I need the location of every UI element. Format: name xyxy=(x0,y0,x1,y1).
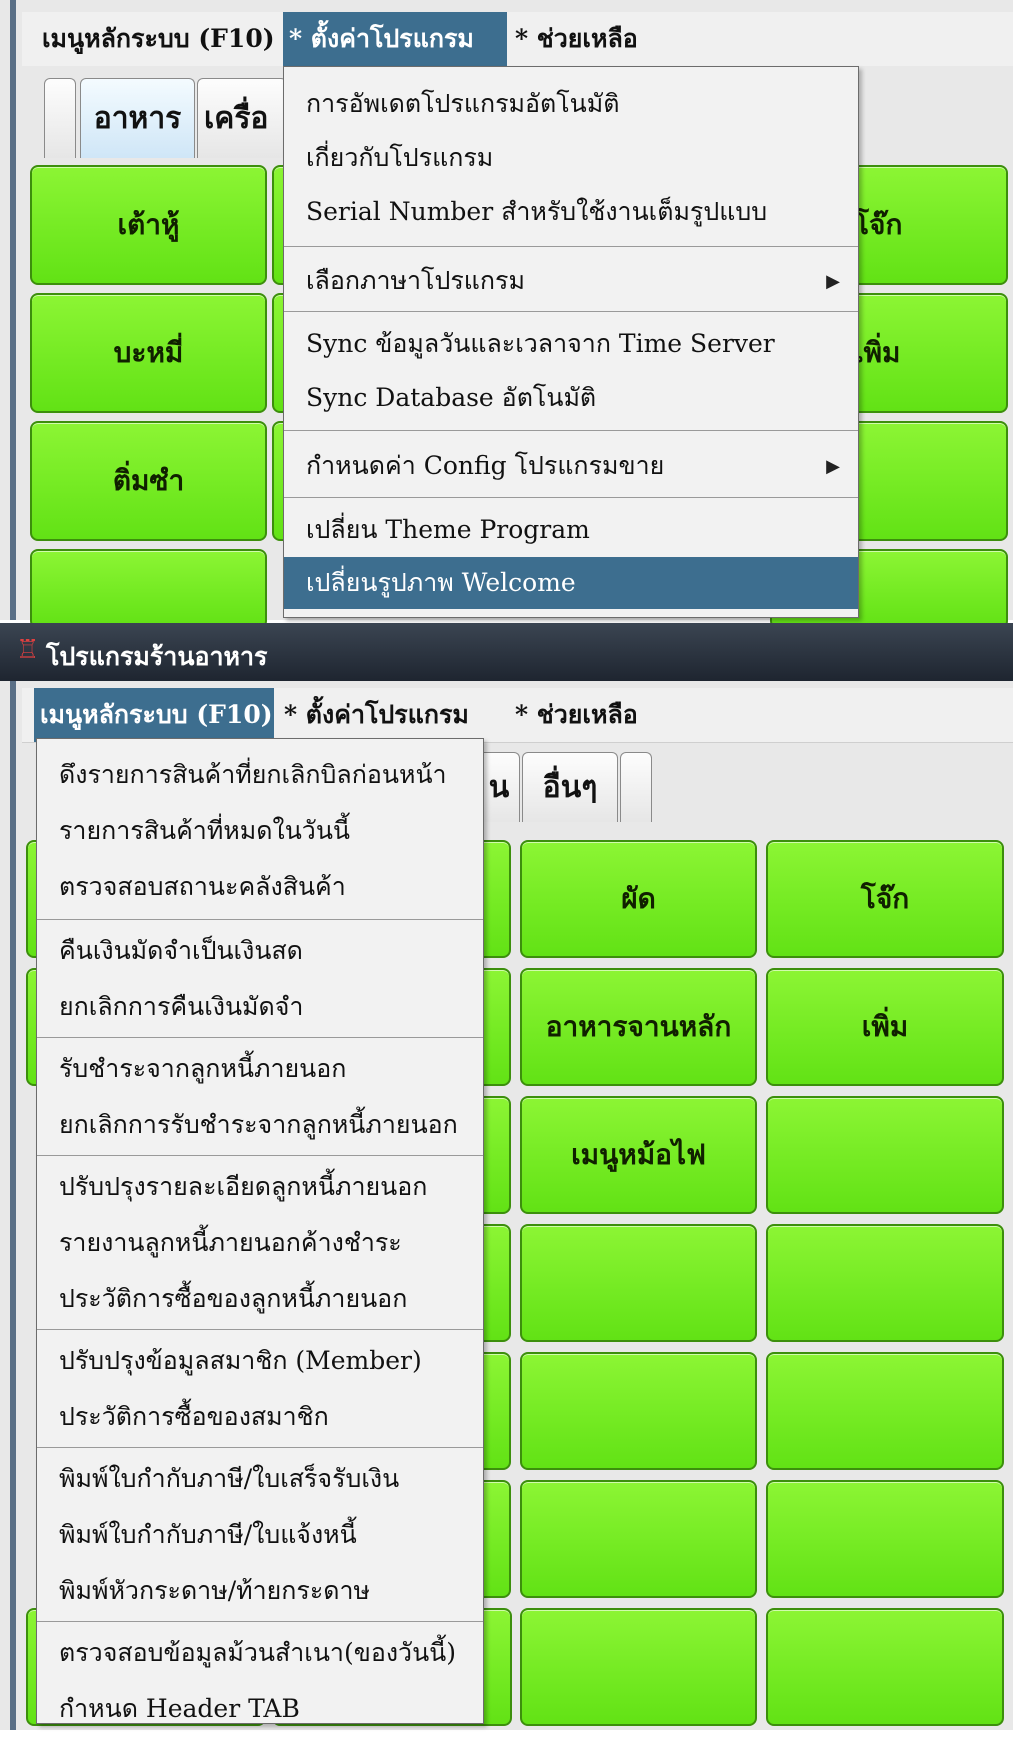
menu-item-print-tax-receipt[interactable]: พิมพ์ใบกำกับภาษี/ใบเสร็จรับเงิน xyxy=(37,1451,483,1507)
menu-settings[interactable]: * ตั้งค่าโปรแกรม xyxy=(278,688,475,742)
menu-button-empty[interactable] xyxy=(766,1352,1004,1470)
menu-separator xyxy=(284,497,858,498)
menu-separator xyxy=(284,246,858,247)
menu-button-extra[interactable]: เพิ่ม xyxy=(766,968,1004,1086)
menu-separator xyxy=(284,430,858,431)
settings-dropdown: การอัพเดตโปรแกรมอัตโนมัติ เกี่ยวกับโปรแก… xyxy=(283,66,859,618)
top-menubar: เมนูหลักระบบ (F10) * ตั้งค่าโปรแกรม * ช่… xyxy=(22,12,1013,67)
menu-item-print-header-footer[interactable]: พิมพ์หัวกระดาษ/ท้ายกระดาษ xyxy=(37,1563,483,1619)
menu-button-empty[interactable] xyxy=(766,1096,1004,1214)
menu-separator xyxy=(37,1329,483,1330)
menu-item-cancel-receive-payment[interactable]: ยกเลิกการรับชำระจากลูกหนี้ภายนอก xyxy=(37,1097,483,1153)
menu-button-empty[interactable] xyxy=(520,1352,757,1470)
tab-food[interactable]: อาหาร xyxy=(80,78,195,158)
window-titlebar: ♖ โปรแกรมร้านอาหาร xyxy=(0,623,1013,681)
main-system-dropdown: ดึงรายการสินค้าที่ยกเลิกบิลก่อนหน้า รายก… xyxy=(36,738,484,1724)
menu-separator xyxy=(37,1621,483,1622)
menu-item-label: เลือกภาษาโปรแกรม xyxy=(306,266,525,295)
tab-empty[interactable] xyxy=(620,752,652,822)
menu-item-theme[interactable]: เปลี่ยน Theme Program xyxy=(284,503,858,557)
menu-separator xyxy=(37,919,483,920)
menu-main-system[interactable]: เมนูหลักระบบ (F10) xyxy=(34,688,274,742)
menu-button-empty[interactable] xyxy=(30,549,267,629)
menu-main-system[interactable]: เมนูหลักระบบ (F10) xyxy=(36,12,281,66)
window-edge xyxy=(10,681,16,1730)
menu-button-dimsum[interactable]: ติ่มซำ xyxy=(30,421,267,541)
submenu-arrow-icon: ▶ xyxy=(826,455,840,477)
tab-others[interactable]: อื่นๆ xyxy=(522,752,618,822)
menu-separator xyxy=(37,1155,483,1156)
menu-item-receive-payment[interactable]: รับชำระจากลูกหนี้ภายนอก xyxy=(37,1041,483,1097)
menu-item-check-journal[interactable]: ตรวจสอบข้อมูลม้วนสำเนา(ของวันนี้) xyxy=(37,1625,483,1681)
menu-button-joke[interactable]: โจ๊ก xyxy=(766,840,1004,958)
menu-item-serial-number[interactable]: Serial Number สำหรับใช้งานเต็มรูปแบบ xyxy=(284,185,858,239)
menu-item-auto-update[interactable]: การอัพเดตโปรแกรมอัตโนมัติ xyxy=(284,77,858,131)
menu-button-empty[interactable] xyxy=(520,1608,757,1726)
menu-button-tofu[interactable]: เต้าหู้ xyxy=(30,165,267,285)
menu-button-empty[interactable] xyxy=(766,1608,1004,1726)
app-icon: ♖ xyxy=(16,635,40,665)
menu-button-empty[interactable] xyxy=(520,1480,757,1598)
menu-button-stirfry[interactable]: ผัด xyxy=(520,840,757,958)
menu-item-refund-deposit[interactable]: คืนเงินมัดจำเป็นเงินสด xyxy=(37,923,483,979)
menu-item-welcome-image[interactable]: เปลี่ยนรูปภาพ Welcome xyxy=(284,557,858,609)
menu-settings[interactable]: * ตั้งค่าโปรแกรม xyxy=(283,12,507,66)
menu-item-about[interactable]: เกี่ยวกับโปรแกรม xyxy=(284,131,858,185)
menu-button-empty[interactable] xyxy=(766,1224,1004,1342)
menu-item-check-stock[interactable]: ตรวจสอบสถานะคลังสินค้า xyxy=(37,859,483,915)
menu-button-empty[interactable] xyxy=(520,1224,757,1342)
menu-help[interactable]: * ช่วยเหลือ xyxy=(509,12,644,66)
menu-button-noodles[interactable]: บะหมี่ xyxy=(30,293,267,413)
menu-help[interactable]: * ช่วยเหลือ xyxy=(509,688,644,742)
menu-item-sync-time[interactable]: Sync ข้อมูลวันและเวลาจาก Time Server xyxy=(284,317,858,371)
menu-item-out-of-stock-today[interactable]: รายการสินค้าที่หมดในวันนี้ xyxy=(37,803,483,859)
menu-button-main-dish[interactable]: อาหารจานหลัก xyxy=(520,968,757,1086)
submenu-arrow-icon: ▶ xyxy=(826,270,840,292)
menu-separator xyxy=(284,311,858,312)
menu-item-recall-cancelled[interactable]: ดึงรายการสินค้าที่ยกเลิกบิลก่อนหน้า xyxy=(37,747,483,803)
tab-drinks[interactable]: เครื่อ xyxy=(197,78,287,158)
tab-partial[interactable]: น xyxy=(478,752,520,822)
menu-item-update-debtor[interactable]: ปรับปรุงรายละเอียดลูกหนี้ภายนอก xyxy=(37,1159,483,1215)
tab-empty[interactable] xyxy=(44,78,76,158)
menu-item-debtor-report[interactable]: รายงานลูกหนี้ภายนอกค้างชำระ xyxy=(37,1215,483,1271)
menu-separator xyxy=(37,1447,483,1448)
menu-button-empty[interactable] xyxy=(766,1480,1004,1598)
menu-separator xyxy=(37,1037,483,1038)
menu-item-update-member[interactable]: ปรับปรุงข้อมูลสมาชิก (Member) xyxy=(37,1333,483,1389)
menu-item-debtor-history[interactable]: ประวัติการซื้อของลูกหนี้ภายนอก xyxy=(37,1271,483,1327)
menu-item-cancel-refund-deposit[interactable]: ยกเลิกการคืนเงินมัดจำ xyxy=(37,979,483,1035)
menu-item-member-history[interactable]: ประวัติการซื้อของสมาชิก xyxy=(37,1389,483,1445)
menu-item-sync-database[interactable]: Sync Database อัตโนมัติ xyxy=(284,371,858,425)
menu-item-header-tab[interactable]: กำหนด Header TAB xyxy=(37,1681,483,1737)
menu-item-config[interactable]: กำหนดค่า Config โปรแกรมขาย ▶ xyxy=(284,437,858,495)
window-title: โปรแกรมร้านอาหาร xyxy=(46,642,268,671)
menu-button-hotpot[interactable]: เมนูหม้อไฟ xyxy=(520,1096,757,1214)
menu-item-label: กำหนดค่า Config โปรแกรมขาย xyxy=(306,451,665,480)
window-edge xyxy=(10,0,16,620)
menu-item-print-tax-invoice[interactable]: พิมพ์ใบกำกับภาษี/ใบแจ้งหนี้ xyxy=(37,1507,483,1563)
menu-item-language[interactable]: เลือกภาษาโปรแกรม ▶ xyxy=(284,253,858,309)
bottom-menubar: เมนูหลักระบบ (F10) * ตั้งค่าโปรแกรม * ช่… xyxy=(22,688,1013,743)
